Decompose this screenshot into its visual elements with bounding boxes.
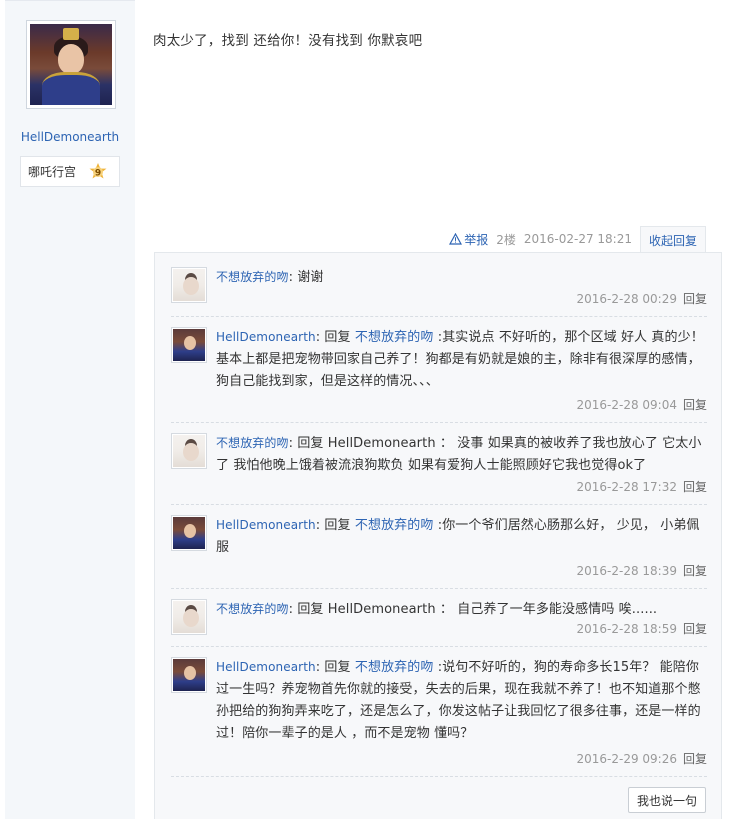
reply-time: 2016-2-28 18:39 <box>576 564 677 578</box>
badge-level: 9 <box>95 169 101 179</box>
author-username[interactable]: HellDemonearth <box>5 130 135 144</box>
report-link[interactable]: 举报 <box>449 231 488 248</box>
reply-prefix: : 回复 HellDemonearth ： <box>288 602 453 617</box>
reply-button[interactable]: 回复 <box>683 480 707 494</box>
reply-target-username[interactable]: 不想放弃的吻 <box>355 660 434 675</box>
avatar-image <box>30 24 112 105</box>
reply-text: HellDemonearth: 回复 不想放弃的吻 :说句不好听的，狗的寿命多长… <box>216 656 708 745</box>
reply-meta: 2016-2-28 18:39 回复 <box>576 562 707 579</box>
author-avatar[interactable] <box>26 20 116 109</box>
avatar-image <box>173 329 205 361</box>
reply-text: HellDemonearth: 回复 不想放弃的吻 :你一个爷们居然心肠那么好，… <box>216 514 708 559</box>
reply-username[interactable]: 不想放弃的吻 <box>216 270 289 284</box>
reply-time: 2016-2-28 00:29 <box>576 292 677 306</box>
reply-item: 不想放弃的吻: 回复 HellDemonearth ： 自己养了一年多能没感情吗… <box>171 599 707 647</box>
reply-time: 2016-2-28 17:32 <box>576 480 677 494</box>
reply-text: 不想放弃的吻: 回复 HellDemonearth ： 自己养了一年多能没感情吗… <box>216 598 708 621</box>
reply-text: HellDemonearth: 回复 不想放弃的吻 :其实说点 不好听的，那个区… <box>216 326 708 393</box>
level-star-icon: 9 <box>89 163 107 179</box>
member-badge[interactable]: 哪吒行宫 9 <box>20 156 120 187</box>
reply-avatar[interactable] <box>171 267 207 303</box>
reply-button[interactable]: 回复 <box>683 292 707 306</box>
reply-item: HellDemonearth: 回复 不想放弃的吻 :说句不好听的，狗的寿命多长… <box>171 657 707 777</box>
reply-avatar[interactable] <box>171 433 207 469</box>
post-meta: 举报 2楼 2016-02-27 18:21 收起回复 <box>449 226 706 253</box>
reply-username[interactable]: 不想放弃的吻 <box>216 436 289 450</box>
reply-username[interactable]: HellDemonearth <box>216 660 316 674</box>
warning-icon <box>449 233 463 245</box>
avatar-image <box>173 601 205 633</box>
reply-username[interactable]: HellDemonearth <box>216 518 316 532</box>
avatar-image <box>173 517 205 549</box>
add-reply-button[interactable]: 我也说一句 <box>628 787 706 813</box>
reply-avatar[interactable] <box>171 657 207 693</box>
reply-avatar[interactable] <box>171 515 207 551</box>
report-label: 举报 <box>464 232 489 247</box>
reply-item: HellDemonearth: 回复 不想放弃的吻 :其实说点 不好听的，那个区… <box>171 327 707 423</box>
reply-time: 2016-2-28 18:59 <box>576 622 677 636</box>
reply-username[interactable]: HellDemonearth <box>216 330 316 344</box>
reply-avatar[interactable] <box>171 327 207 363</box>
reply-button[interactable]: 回复 <box>683 564 707 578</box>
post-time: 2016-02-27 18:21 <box>523 232 632 246</box>
reply-button[interactable]: 回复 <box>683 752 707 766</box>
reply-text: 不想放弃的吻: 回复 HellDemonearth ： 没事 如果真的被收养了我… <box>216 432 708 477</box>
avatar-image <box>173 269 205 301</box>
collapse-replies-button[interactable]: 收起回复 <box>640 226 706 253</box>
reply-body: 谢谢 <box>293 270 324 285</box>
reply-target-username[interactable]: 不想放弃的吻 <box>355 518 434 533</box>
reply-body: 自己养了一年多能没感情吗 唉...... <box>453 602 658 617</box>
reply-target-username[interactable]: 不想放弃的吻 <box>355 330 434 345</box>
reply-prefix: : 回复 <box>315 660 355 675</box>
post-content: 肉太少了，找到 还给你！没有找到 你默哀吧 <box>153 33 423 49</box>
reply-time: 2016-2-28 09:04 <box>576 398 677 412</box>
reply-prefix: : 回复 HellDemonearth ： <box>288 436 453 451</box>
reply-item: 不想放弃的吻: 谢谢 2016-2-28 00:29 回复 <box>171 267 707 317</box>
reply-prefix: : 回复 <box>315 330 355 345</box>
avatar-image <box>173 435 205 467</box>
reply-prefix: : 回复 <box>315 518 355 533</box>
reply-time: 2016-2-29 09:26 <box>576 752 677 766</box>
badge-name: 哪吒行宫 <box>28 165 77 179</box>
reply-meta: 2016-2-28 09:04 回复 <box>576 396 707 413</box>
avatar-image <box>173 659 205 691</box>
reply-item: HellDemonearth: 回复 不想放弃的吻 :你一个爷们居然心肠那么好，… <box>171 515 707 589</box>
reply-text: 不想放弃的吻: 谢谢 <box>216 266 708 289</box>
floor-number: 2楼 <box>496 232 516 247</box>
reply-meta: 2016-2-28 00:29 回复 <box>576 290 707 307</box>
reply-panel: 不想放弃的吻: 谢谢 2016-2-28 00:29 回复 HellDemoneart… <box>154 252 722 819</box>
reply-username[interactable]: 不想放弃的吻 <box>216 602 289 616</box>
reply-button[interactable]: 回复 <box>683 398 707 412</box>
reply-meta: 2016-2-28 17:32 回复 <box>576 478 707 495</box>
reply-meta: 2016-2-28 18:59 回复 <box>576 620 707 637</box>
author-sidebar: HellDemonearth 哪吒行宫 9 <box>5 0 135 819</box>
reply-item: 不想放弃的吻: 回复 HellDemonearth ： 没事 如果真的被收养了我… <box>171 433 707 505</box>
reply-meta: 2016-2-29 09:26 回复 <box>576 750 707 767</box>
reply-avatar[interactable] <box>171 599 207 635</box>
reply-button[interactable]: 回复 <box>683 622 707 636</box>
